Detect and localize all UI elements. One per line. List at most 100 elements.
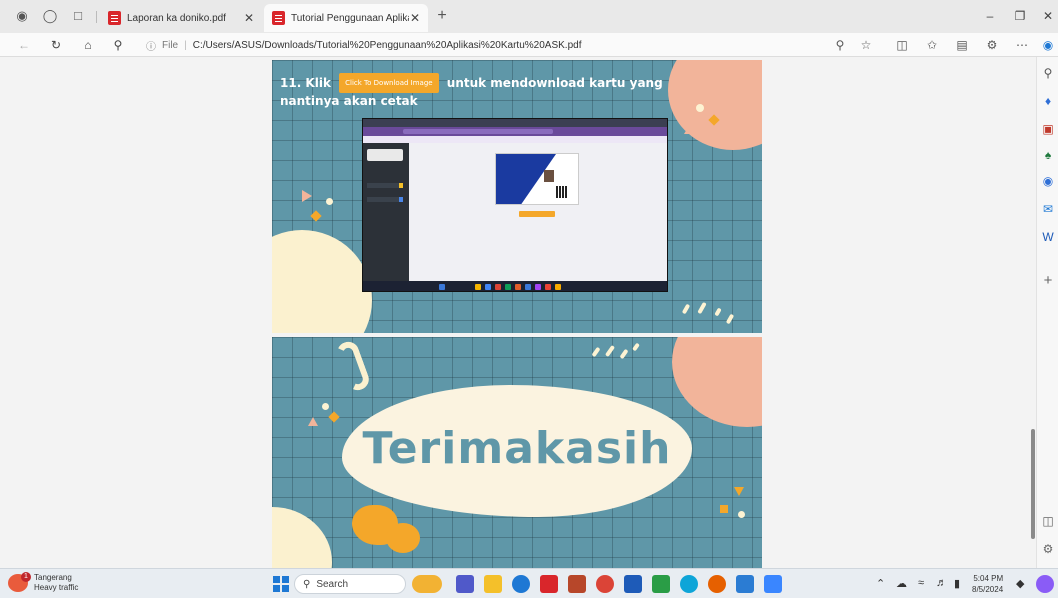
clock-time: 5:04 PM: [973, 574, 1004, 583]
favorite-icon[interactable]: ☆: [858, 37, 874, 53]
squiggle-decoration: [334, 338, 372, 394]
profile-icon[interactable]: ◉: [14, 8, 30, 24]
flower-decoration: [386, 523, 420, 553]
zoom-icon[interactable]: ⚲: [832, 37, 848, 53]
tab-title: Tutorial Penggunaan Aplikasi Ka: [291, 12, 409, 24]
shopping-icon[interactable]: ♦: [1040, 93, 1056, 109]
url-scheme: File: [162, 39, 179, 51]
step-text: untuk mendownload kartu yang nantinya ak…: [280, 76, 663, 108]
dot-decoration: [322, 403, 329, 410]
minimize-icon[interactable]: –: [982, 8, 998, 24]
pdf-viewer[interactable]: 11. Klik Click To Download Image untuk m…: [0, 57, 1030, 568]
search-icon[interactable]: ⚲: [110, 37, 126, 53]
dash-decoration: [632, 342, 640, 352]
pdf-page-2: Terimakasih: [272, 337, 762, 568]
copilot-icon[interactable]: ◉: [1040, 37, 1056, 53]
pdf-page-1: 11. Klik Click To Download Image untuk m…: [272, 60, 762, 333]
weather-status: Heavy traffic: [34, 583, 79, 592]
triangle-decoration: [302, 190, 312, 202]
triangle-decoration: [734, 487, 744, 496]
office-icon[interactable]: [540, 575, 558, 593]
taskbar-search[interactable]: ⚲ Search: [294, 574, 406, 594]
triangle-decoration: [308, 417, 318, 426]
cloud-icon[interactable]: ☁: [896, 577, 907, 590]
word-icon[interactable]: W: [1040, 229, 1056, 245]
edge-sidebar: ⚲ ♦ ▣ ♠ ◉ ✉ W + ◫ ⚙: [1036, 57, 1058, 568]
diamond-decoration: [310, 210, 322, 222]
maximize-icon[interactable]: ❐: [1012, 8, 1028, 24]
tab-laporan[interactable]: Laporan ka doniko.pdf ✕: [100, 4, 262, 32]
weather-place: Tangerang: [34, 573, 72, 582]
info-icon[interactable]: ⓘ: [146, 38, 156, 53]
split-screen-icon[interactable]: ◫: [894, 37, 910, 53]
close-icon[interactable]: ✕: [410, 11, 420, 25]
url-text: C:/Users/ASUS/Downloads/Tutorial%20Pengg…: [192, 39, 582, 51]
system-clock[interactable]: 5:04 PM 8/5/2024: [972, 573, 1003, 595]
widgets-icon[interactable]: [412, 575, 442, 593]
refresh-icon[interactable]: ↻: [48, 37, 64, 53]
outlook-icon[interactable]: ✉: [1040, 201, 1056, 217]
download-image-button-image: Click To Download Image: [339, 73, 439, 93]
cream-blob-decoration: [272, 230, 372, 333]
chevron-up-icon[interactable]: ⌃: [876, 577, 885, 590]
search-icon: ⚲: [303, 578, 311, 590]
more-icon[interactable]: ⋯: [1014, 37, 1030, 53]
tools-icon[interactable]: ▣: [1040, 121, 1056, 137]
home-icon[interactable]: ⌂: [80, 37, 96, 53]
close-icon[interactable]: ✕: [244, 11, 254, 25]
collections-icon[interactable]: ▤: [954, 37, 970, 53]
dash-decoration: [697, 301, 707, 315]
extensions-icon[interactable]: ⚙: [984, 37, 1000, 53]
mini-address-bar: [363, 127, 667, 136]
dash-decoration: [604, 344, 616, 358]
notification-bell-icon[interactable]: ◆: [1016, 577, 1024, 590]
url-divider: |: [184, 39, 187, 51]
add-sidebar-app-icon[interactable]: +: [1040, 273, 1056, 289]
favorites-icon[interactable]: ✩: [924, 37, 940, 53]
wifi-icon[interactable]: ≈: [918, 577, 924, 589]
sidebar-layout-icon[interactable]: ◫: [1040, 513, 1056, 529]
pdf-icon: [108, 11, 121, 25]
chrome-icon[interactable]: [596, 575, 614, 593]
window-close-icon[interactable]: ✕: [1040, 8, 1056, 24]
pdf-icon: [272, 11, 285, 25]
start-button[interactable]: [273, 576, 289, 592]
peach-blob-decoration: [672, 337, 762, 427]
scrollbar-thumb[interactable]: [1031, 429, 1035, 539]
file-explorer-icon[interactable]: [484, 575, 502, 593]
clock-date: 8/5/2024: [972, 585, 1004, 594]
copilot-taskbar-icon[interactable]: [1036, 575, 1054, 593]
photos-icon[interactable]: [764, 575, 782, 593]
games-icon[interactable]: ♠: [1040, 147, 1056, 163]
teams-icon[interactable]: [456, 575, 474, 593]
address-bar[interactable]: ⓘ File | C:/Users/ASUS/Downloads/Tutoria…: [146, 37, 581, 53]
back-icon[interactable]: ←: [16, 37, 32, 53]
whatsapp-icon[interactable]: [652, 575, 670, 593]
powerpoint-icon[interactable]: [568, 575, 586, 593]
thanks-heading: Terimakasih: [362, 423, 672, 474]
peach-blob-decoration: [668, 60, 762, 150]
tab-actions-icon[interactable]: □: [70, 8, 86, 24]
battery-icon[interactable]: ▮: [954, 577, 960, 590]
word-app-icon[interactable]: [736, 575, 754, 593]
microsoft365-icon[interactable]: ◉: [1040, 173, 1056, 189]
firefox-icon[interactable]: [708, 575, 726, 593]
mini-bookmark-bar: [363, 136, 667, 143]
cream-blob-decoration: [272, 507, 332, 568]
mail-icon[interactable]: [624, 575, 642, 593]
volume-icon[interactable]: ♬: [936, 577, 947, 589]
workspaces-icon[interactable]: ◯: [42, 8, 58, 24]
browser-icon[interactable]: [680, 575, 698, 593]
mini-main-content: [409, 143, 667, 281]
search-icon[interactable]: ⚲: [1040, 65, 1056, 81]
edge-icon[interactable]: [512, 575, 530, 593]
dash-decoration: [619, 348, 629, 360]
weather-widget[interactable]: Tangerang Heavy traffic: [8, 572, 79, 593]
search-placeholder: Search: [316, 578, 349, 590]
new-tab-icon[interactable]: +: [434, 8, 450, 24]
traffic-alert-icon: [8, 572, 31, 592]
dot-decoration: [326, 198, 333, 205]
tab-tutorial[interactable]: Tutorial Penggunaan Aplikasi Ka ✕: [264, 4, 428, 32]
settings-icon[interactable]: ⚙: [1040, 541, 1056, 557]
mini-download-button: [519, 211, 555, 217]
